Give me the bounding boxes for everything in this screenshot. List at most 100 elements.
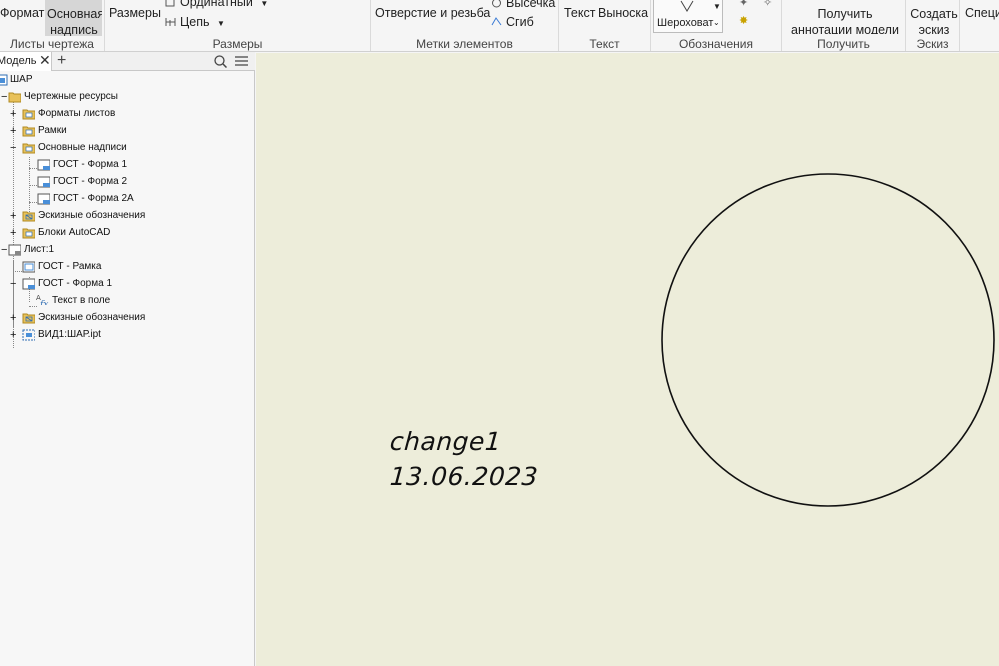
tree-item-autocad-blocks[interactable]: + Блоки AutoCAD: [0, 225, 250, 241]
cutout-label: Высечка: [506, 0, 556, 10]
tree-item-sketch-symbols[interactable]: + Эскизные обозначения: [0, 208, 250, 224]
browser-tabs: Модель ✕ +: [0, 52, 255, 71]
chain-label: Цепь: [180, 15, 210, 29]
tree-item-title-blocks[interactable]: − Основные надписи: [0, 140, 250, 156]
add-tab-icon[interactable]: +: [57, 52, 66, 69]
tree-item-view-1[interactable]: + ВИД1:ШАР.ipt: [0, 327, 250, 343]
border-icon: [22, 261, 35, 273]
ordinate-button[interactable]: Ординатный ▼: [165, 0, 268, 11]
tree-item-gost-form-1-sheet[interactable]: − ГОСТ - Форма 1: [0, 276, 250, 292]
datum-icon[interactable]: ✦: [739, 0, 748, 9]
cutout-button[interactable]: Высечка: [491, 0, 555, 11]
chain-dropdown-icon[interactable]: ▼: [217, 19, 225, 28]
title-block-icon: [22, 278, 35, 290]
panel-text: Текст Выноска Текст: [559, 0, 651, 51]
collapse-icon[interactable]: −: [10, 140, 16, 156]
text-button[interactable]: Текст: [564, 6, 595, 21]
menu-icon[interactable]: [235, 55, 248, 67]
folder-icon: [22, 143, 35, 154]
format-button[interactable]: Формат: [0, 6, 44, 21]
collapse-icon[interactable]: −: [1, 242, 7, 258]
drawing-canvas[interactable]: change1 13.06.2023: [256, 53, 999, 666]
chain-button[interactable]: Цепь ▼: [165, 15, 225, 31]
target-icon[interactable]: ✧: [763, 0, 772, 9]
model-browser: Модель ✕ + ШАР − Чертежные ресурсы + Фор…: [0, 52, 255, 666]
panel-sketch: Создать эскиз Эскиз: [906, 0, 960, 51]
collapse-icon[interactable]: −: [10, 276, 16, 292]
panel-symbols: Шероховат ▼ ⌄ ✦ ✧ ✸ Обозначения: [651, 0, 782, 51]
tree-item-borders[interactable]: + Рамки: [0, 123, 250, 139]
panel-title-feature-notes: Метки элементов: [416, 37, 513, 51]
drawing-geometry: [661, 173, 995, 507]
folder-icon: [22, 126, 35, 137]
tree-item-sheet-formats[interactable]: + Форматы листов: [0, 106, 250, 122]
tree-item-sheet-sketch-symbols[interactable]: + Эскизные обозначения: [0, 310, 250, 326]
tree-item-gost-form-2[interactable]: ГОСТ - Форма 2: [0, 174, 250, 190]
ribbon: Формат Основная надпись Листы чертежа Ра…: [0, 0, 999, 52]
view-icon: [22, 329, 35, 341]
tree-item-gost-form-2a[interactable]: ГОСТ - Форма 2А: [0, 191, 250, 207]
panel-dimensions: Размеры Ординатный ▼ Цепь ▼ Размеры: [105, 0, 371, 51]
tree-item-label: ШАР: [10, 74, 33, 85]
browser-tree: ШАР − Чертежные ресурсы + Форматы листов…: [0, 72, 255, 662]
expand-icon[interactable]: +: [10, 123, 16, 139]
folder-icon: [22, 228, 35, 239]
tree-item-label: ГОСТ - Рамка: [38, 261, 102, 272]
collapse-icon[interactable]: −: [1, 89, 7, 105]
roughness-icon: [680, 0, 694, 12]
panel-title-symbols: Обозначения: [678, 37, 754, 51]
roughness-expand-icon[interactable]: ⌄: [713, 18, 720, 27]
expand-icon[interactable]: +: [10, 310, 16, 326]
chain-icon: [165, 16, 176, 27]
tree-item-text-field[interactable]: Afx Текст в поле: [0, 293, 250, 309]
ordinate-dropdown-icon[interactable]: ▼: [260, 0, 268, 8]
tree-item-label: Текст в поле: [52, 295, 111, 306]
tree-item-label: Лист:1: [24, 244, 55, 255]
title-block-icon: [37, 176, 50, 188]
roughness-dropdown-icon[interactable]: ▼: [713, 2, 721, 11]
hole-thread-button[interactable]: Отверстие и резьба: [375, 6, 490, 21]
svg-text:fx: fx: [39, 300, 48, 305]
tree-item-label: Блоки AutoCAD: [38, 227, 111, 238]
tree-item-label: ГОСТ - Форма 1: [53, 159, 128, 170]
tree-item-label: ГОСТ - Форма 2А: [53, 193, 134, 204]
expand-icon[interactable]: +: [10, 225, 16, 241]
ordinate-label: Ординатный: [180, 0, 253, 9]
circle-view[interactable]: [661, 173, 995, 507]
expand-icon[interactable]: +: [10, 327, 16, 343]
tree-item-label: Форматы листов: [38, 108, 116, 119]
panel-feature-notes: Отверстие и резьба Высечка Сгиб Метки эл…: [371, 0, 559, 51]
search-icon[interactable]: [214, 55, 227, 68]
title-block-icon: [37, 193, 50, 205]
bend-button[interactable]: Сгиб: [491, 15, 534, 30]
tree-item-label: Чертежные ресурсы: [24, 91, 118, 102]
close-icon[interactable]: ✕: [39, 52, 51, 69]
create-sketch-button[interactable]: Создать эскиз: [909, 6, 959, 34]
special-button[interactable]: Специ: [965, 6, 999, 21]
tree-item-drawing-resources[interactable]: − Чертежные ресурсы: [0, 89, 250, 105]
dimensions-button[interactable]: Размеры: [109, 6, 161, 21]
tree-item-label: ГОСТ - Форма 1: [38, 278, 113, 289]
tree-item-sheet-1[interactable]: − Лист:1: [0, 242, 250, 258]
expand-icon[interactable]: +: [10, 208, 16, 224]
retrieve-annotations-button[interactable]: Получить аннотации модели: [786, 6, 904, 34]
tab-model-label: Модель: [0, 55, 37, 67]
tree-item-gost-form-1[interactable]: ГОСТ - Форма 1: [0, 157, 250, 173]
tree-item-root[interactable]: ШАР: [0, 72, 250, 88]
tree-item-label: ВИД1:ШАР.ipt: [38, 329, 101, 340]
tree-item-gost-border[interactable]: ГОСТ - Рамка: [0, 259, 250, 275]
panel-title-text: Текст: [589, 37, 620, 51]
leader-button[interactable]: Выноска: [598, 6, 648, 21]
sheet-icon: [8, 244, 21, 256]
ordinate-icon: [165, 0, 176, 7]
tree-item-label: Рамки: [38, 125, 67, 136]
bend-label: Сгиб: [506, 15, 534, 29]
roughness-label: Шероховат: [657, 17, 714, 29]
sketch-symbol-icon: [22, 211, 35, 222]
title-block-button[interactable]: Основная надпись: [45, 0, 102, 36]
expand-icon[interactable]: +: [10, 106, 16, 122]
panel-title-retrieve: Получить: [817, 37, 870, 51]
sketch-symbol-icon: [22, 313, 35, 324]
drawing-icon: [0, 74, 8, 86]
magic-icon[interactable]: ✸: [739, 14, 748, 27]
